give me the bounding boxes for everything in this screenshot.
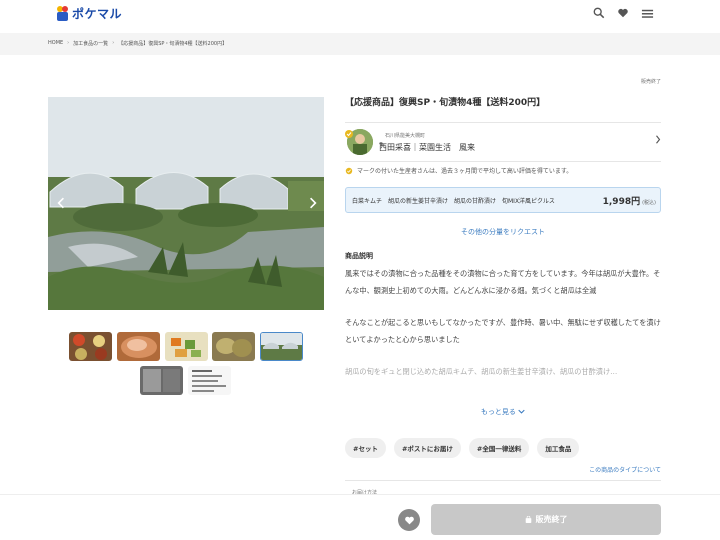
description-heading: 商品説明 bbox=[345, 252, 373, 260]
tag-post-delivery[interactable]: #ポストにお届け bbox=[393, 438, 461, 458]
breadcrumb: HOME › 加工食品の一覧 › 【応援商品】復興SP・旬漬物4種【送料200円… bbox=[48, 40, 227, 47]
thumbnail-5[interactable] bbox=[260, 332, 303, 361]
search-icon[interactable] bbox=[592, 6, 606, 20]
site-logo[interactable]: ポケマル bbox=[56, 5, 122, 22]
status-label: 販売終了 bbox=[641, 79, 662, 85]
breadcrumb-current: 【応援商品】復興SP・旬漬物4種【送料200円】 bbox=[118, 41, 228, 47]
good-seller-badge-icon bbox=[345, 167, 353, 174]
breadcrumb-category[interactable]: 加工食品の一覧 bbox=[73, 40, 108, 47]
show-more-label: もっと見る bbox=[480, 408, 516, 416]
description-paragraph: 胡瓜の旬をギュと閉じ込めた胡瓜キムチ、胡瓜の新生姜甘辛漬け、胡瓜の甘酢漬け… bbox=[345, 367, 618, 376]
breadcrumb-bar: HOME › 加工食品の一覧 › 【応援商品】復興SP・旬漬物4種【送料200円… bbox=[0, 33, 720, 55]
chevron-down-icon bbox=[518, 409, 525, 414]
tax-note: (税込) bbox=[642, 200, 656, 206]
product-title: 【応援商品】復興SP・旬漬物4種【送料200円】 bbox=[345, 98, 546, 108]
price-value: 1,998円 bbox=[602, 197, 641, 207]
variant-option[interactable]: 白菜キムチ 胡瓜の新生姜甘辛漬け 胡瓜の甘酢漬け 旬MIX洋風ピクルス 1,99… bbox=[345, 187, 661, 213]
main-product-image[interactable] bbox=[48, 97, 324, 310]
tag-list: #セット #ポストにお届け #全国一律送料 加工食品 bbox=[345, 438, 580, 458]
show-more-link[interactable]: もっと見る bbox=[345, 407, 661, 417]
chevron-right-icon bbox=[310, 197, 317, 209]
thumbnail-7-label[interactable] bbox=[188, 366, 231, 395]
divider bbox=[345, 480, 661, 481]
heart-icon[interactable] bbox=[616, 6, 630, 20]
description-paragraph: 風来ではその漬物に合った品種をその漬物に合った育て方をしています。今年は胡瓜が大… bbox=[345, 269, 661, 295]
thumbnail-6[interactable] bbox=[140, 366, 183, 395]
breadcrumb-separator-icon: › bbox=[67, 40, 70, 46]
sold-out-label: 販売終了 bbox=[535, 515, 568, 524]
description-paragraph: そんなことが起こると思いもしてなかったですが、豊作時、暑い中、無駄にせず収穫した… bbox=[345, 318, 661, 344]
bag-icon bbox=[525, 516, 531, 523]
sold-out-button[interactable]: 販売終了 bbox=[431, 504, 661, 535]
thumbnail-4[interactable] bbox=[212, 332, 255, 361]
product-type-link[interactable]: この商品のタイプについて bbox=[345, 465, 661, 474]
breadcrumb-separator-icon: › bbox=[112, 40, 115, 46]
next-image-button[interactable] bbox=[307, 196, 319, 210]
good-seller-badge-icon bbox=[344, 124, 354, 138]
seller-card[interactable]: 石川県能美大槻町 西田采喜｜菜園生活 風来 bbox=[345, 122, 661, 162]
seller-location: 石川県能美大槻町 bbox=[385, 133, 426, 139]
thumbnail-1[interactable] bbox=[69, 332, 112, 361]
favorite-button[interactable] bbox=[398, 509, 420, 531]
thumbnail-2[interactable] bbox=[117, 332, 160, 361]
notice-text: マークの付いた生産者さんは、過去３ヶ月間で平均して高い評価を得ています。 bbox=[357, 168, 573, 175]
good-seller-notice: マークの付いた生産者さんは、過去３ヶ月間で平均して高い評価を得ています。 bbox=[345, 166, 572, 175]
chevron-right-icon bbox=[655, 135, 661, 147]
heart-icon bbox=[404, 516, 414, 524]
tag-processed-food[interactable]: 加工食品 bbox=[537, 438, 580, 458]
seller-name: 西田采喜｜菜園生活 風来 bbox=[379, 143, 475, 152]
site-header: ポケマル bbox=[0, 0, 720, 33]
menu-icon[interactable] bbox=[640, 6, 654, 20]
request-other-quantity-link[interactable]: その他の分量をリクエスト bbox=[345, 227, 661, 237]
tag-flat-shipping[interactable]: #全国一律送料 bbox=[468, 438, 530, 458]
logo-mark-icon bbox=[57, 6, 68, 21]
breadcrumb-home[interactable]: HOME bbox=[48, 40, 63, 47]
tag-set[interactable]: #セット bbox=[345, 438, 386, 458]
thumbnail-3[interactable] bbox=[165, 332, 208, 361]
chevron-left-icon bbox=[57, 197, 64, 209]
logo-text: ポケマル bbox=[72, 7, 123, 21]
description-body: 風来ではその漬物に合った品種をその漬物に合った育て方をしています。今年は胡瓜が大… bbox=[345, 266, 663, 381]
variant-price: 1,998円 (税込) bbox=[603, 194, 656, 207]
variant-label: 白菜キムチ 胡瓜の新生姜甘辛漬け 胡瓜の甘酢漬け 旬MIX洋風ピクルス bbox=[352, 198, 555, 205]
previous-image-button[interactable] bbox=[55, 196, 67, 210]
